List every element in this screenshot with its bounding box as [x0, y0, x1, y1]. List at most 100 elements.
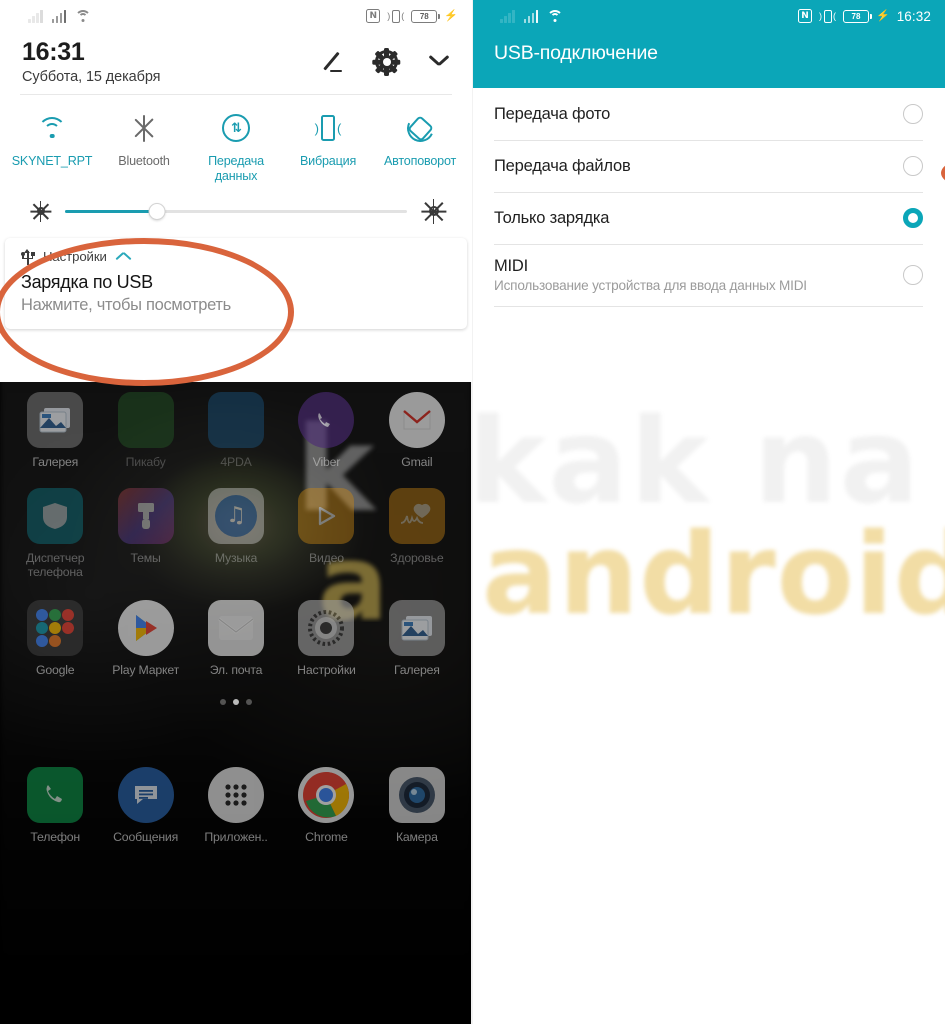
- app-label: Эл. почта: [209, 662, 263, 677]
- slider-thumb[interactable]: [148, 202, 166, 220]
- gallery-icon: [388, 599, 445, 656]
- auto-rotate-icon: [402, 110, 438, 146]
- usb-option-midi[interactable]: MIDI Использование устройства для ввода …: [472, 244, 945, 306]
- watermark-line2: android: [482, 510, 945, 640]
- radio-button[interactable]: [903, 265, 923, 285]
- page-dot[interactable]: [246, 699, 252, 705]
- usb-icon: [21, 248, 35, 265]
- toggle-label: Вибрация: [299, 154, 357, 168]
- notification-usb-charging[interactable]: Настройки Зарядка по USB Нажмите, чтобы …: [5, 237, 467, 329]
- health-icon: [388, 487, 445, 544]
- app-label: Приложен..: [204, 830, 268, 844]
- toggle-mobile-data[interactable]: ⇅ Передача данных: [190, 111, 282, 185]
- toggle-wifi[interactable]: SKYNET_RPT: [6, 111, 98, 185]
- gallery-icon: [27, 392, 84, 448]
- toggle-bluetooth[interactable]: Bluetooth: [98, 111, 190, 185]
- app-row-1: Галерея Пикабу 4PDA Viber Gmail: [0, 382, 472, 470]
- usb-option-charge-only[interactable]: Только зарядка: [472, 192, 945, 244]
- app-google-folder[interactable]: Google: [10, 599, 100, 678]
- usb-option-file-transfer[interactable]: Передача файлов: [472, 140, 945, 192]
- option-texts: Передача фото: [494, 94, 610, 135]
- clock-block: 16:31 Суббота, 15 декабря: [22, 38, 161, 85]
- app-viber[interactable]: Viber: [281, 392, 371, 470]
- chrome-icon: [298, 767, 355, 823]
- brightness-slider[interactable]: [65, 201, 407, 221]
- dock-camera[interactable]: Камера: [372, 767, 462, 845]
- app-gallery-2[interactable]: Галерея: [372, 599, 462, 678]
- option-label: Передача фото: [494, 104, 611, 123]
- app-label: Телефон: [30, 830, 81, 844]
- page-dot[interactable]: [220, 699, 226, 705]
- option-texts: Только зарядка: [494, 198, 609, 239]
- home-screen: Галерея Пикабу 4PDA Viber Gmail Диспетче…: [0, 382, 472, 1024]
- phone-manager-icon: [27, 487, 84, 544]
- video-icon: [298, 487, 355, 544]
- app-label: Google: [35, 662, 75, 677]
- app-email[interactable]: Эл. почта: [191, 599, 281, 678]
- status-bar-left-icons: [28, 9, 91, 23]
- toggle-vibration[interactable]: )( Вибрация: [282, 111, 374, 185]
- status-bar-right-icons: N ) ( 78 ⚡ 16:32: [798, 9, 931, 24]
- wifi-icon: [547, 9, 563, 23]
- settings-gear-icon: [298, 599, 355, 656]
- pencil-icon[interactable]: [319, 49, 345, 75]
- app-gallery[interactable]: Галерея: [10, 392, 100, 470]
- vibrate-wave-left: ): [819, 10, 822, 21]
- app-health[interactable]: Здоровье: [372, 487, 462, 580]
- vibration-icon: )(: [315, 111, 341, 145]
- toggle-label: Автоповорот: [383, 154, 457, 168]
- dock-chrome[interactable]: Chrome: [281, 767, 371, 845]
- radio-button-selected[interactable]: [903, 208, 923, 228]
- app-label: Viber: [312, 455, 341, 469]
- signal-bars-sim1-icon: [28, 9, 43, 23]
- app-settings[interactable]: Настройки: [281, 599, 371, 678]
- sun-large-icon: [421, 198, 447, 224]
- pikabu-icon: [117, 392, 174, 448]
- google-folder-icon: [27, 599, 84, 656]
- page-dot-active[interactable]: [233, 699, 239, 705]
- signal-bars-sim1-icon: [500, 9, 515, 23]
- nfc-icon: N: [798, 9, 812, 23]
- app-4pda[interactable]: 4PDA: [191, 392, 281, 470]
- mobile-data-icon: ⇅: [222, 111, 250, 145]
- app-label: Галерея: [393, 662, 440, 677]
- radio-button[interactable]: [903, 156, 923, 176]
- chevron-up-icon[interactable]: [115, 250, 132, 263]
- signal-bars-sim2-icon: [51, 9, 66, 23]
- app-pikabu[interactable]: Пикабу: [100, 392, 190, 470]
- clock-time: 16:31: [22, 38, 85, 66]
- themes-icon: [117, 487, 174, 544]
- dock-messages[interactable]: Сообщения: [100, 767, 190, 845]
- app-label: Темы: [130, 550, 161, 565]
- app-music[interactable]: ♫ Музыка: [191, 487, 281, 580]
- toggle-auto-rotate[interactable]: Автоповорот: [374, 110, 466, 185]
- app-video[interactable]: Видео: [281, 487, 371, 580]
- vibrate-wave-right: (: [401, 10, 405, 21]
- charging-bolt-icon: ⚡: [444, 9, 458, 22]
- dock-app-drawer[interactable]: Приложен..: [191, 767, 281, 845]
- usb-option-photo-transfer[interactable]: Передача фото: [472, 88, 945, 140]
- chevron-down-icon[interactable]: [428, 51, 450, 73]
- notification-header: Настройки: [21, 248, 451, 265]
- app-gmail[interactable]: Gmail: [372, 392, 462, 470]
- phone-icon: [27, 767, 84, 823]
- app-play-store[interactable]: Play Маркет: [100, 599, 190, 678]
- messages-icon: [117, 767, 174, 823]
- notification-subtitle: Нажмите, чтобы посмотреть: [21, 295, 231, 314]
- viber-icon: [298, 392, 355, 448]
- dual-phone-screenshot: k a Галерея Пикабу 4PDA Viber Gmail Дисп…: [0, 0, 945, 1024]
- radio-button[interactable]: [903, 104, 923, 124]
- app-themes[interactable]: Темы: [100, 487, 190, 580]
- brightness-row: [0, 185, 472, 224]
- app-row-3: Google Play Маркет Эл. почта Настройки Г…: [0, 580, 472, 678]
- notification-shade: N ) ( 78 ⚡ 16:31 Суббота, 15 декабря SKY…: [0, 0, 472, 382]
- app-phone-manager[interactable]: Диспетчер телефона: [10, 487, 100, 580]
- app-label: Видео: [308, 550, 344, 565]
- right-phone-screen: kak na android N ) ( 78 ⚡ 16:32 USB-подк…: [472, 0, 945, 1024]
- app-label: Диспетчер телефона: [26, 550, 85, 580]
- gear-icon[interactable]: [372, 47, 401, 76]
- nfc-icon: N: [366, 9, 381, 23]
- toggle-label: SKYNET_RPT: [11, 154, 93, 168]
- dock-phone[interactable]: Телефон: [10, 767, 100, 845]
- vibrate-body: [391, 9, 400, 23]
